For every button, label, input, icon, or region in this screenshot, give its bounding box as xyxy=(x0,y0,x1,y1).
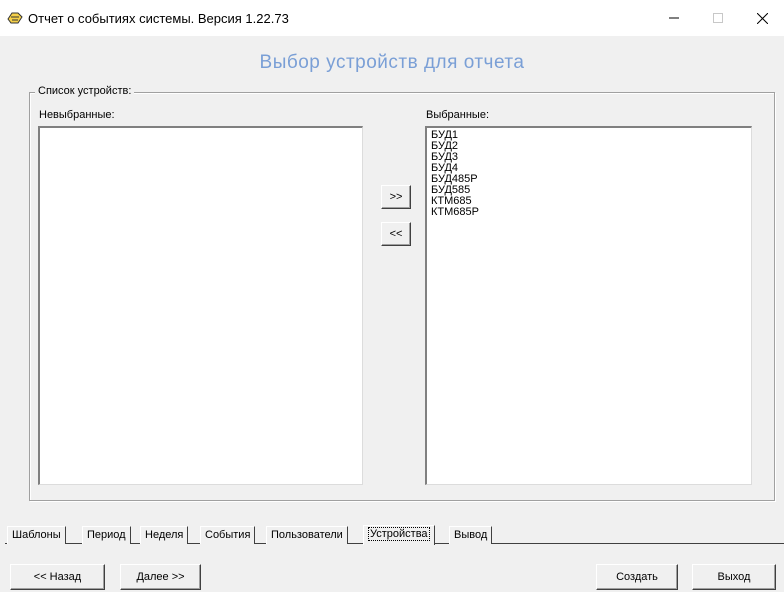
window-title: Отчет о событиях системы. Версия 1.22.73 xyxy=(28,11,289,26)
tab-period[interactable]: Период xyxy=(82,526,131,544)
list-item[interactable]: БУД2 xyxy=(431,141,751,152)
maximize-button[interactable] xyxy=(696,0,740,36)
remove-devices-button[interactable]: << xyxy=(381,222,411,246)
exit-button[interactable]: Выход xyxy=(692,564,776,590)
list-item[interactable]: БУД4 xyxy=(431,163,751,174)
tab-output[interactable]: Вывод xyxy=(449,526,493,544)
list-item[interactable]: БУД3 xyxy=(431,152,751,163)
tab-devices[interactable]: Устройства xyxy=(363,525,435,545)
page-title: Выбор устройств для отчета xyxy=(259,52,525,73)
back-button[interactable]: << Назад xyxy=(10,564,105,590)
app-logo-icon xyxy=(7,12,23,24)
tab-events[interactable]: События xyxy=(200,526,256,544)
list-item[interactable]: БУД1 xyxy=(431,130,751,141)
list-item[interactable]: КТМ685Р xyxy=(431,207,751,218)
close-icon xyxy=(756,12,768,24)
tab-users[interactable]: Пользователи xyxy=(266,526,348,544)
minimize-icon xyxy=(669,17,679,19)
close-button[interactable] xyxy=(740,0,784,36)
list-item[interactable]: БУД585 xyxy=(431,185,751,196)
list-item[interactable]: КТМ685 xyxy=(431,196,751,207)
create-button[interactable]: Создать xyxy=(596,564,678,590)
title-bar: Отчет о событиях системы. Версия 1.22.73 xyxy=(0,0,784,36)
unselected-label: Невыбранные: xyxy=(39,109,115,121)
selected-label: Выбранные: xyxy=(426,109,490,121)
minimize-button[interactable] xyxy=(652,0,696,36)
selected-devices-list[interactable]: БУД1 БУД2 БУД3 БУД4 БУД485Р БУД585 КТМ68… xyxy=(425,126,752,485)
list-item[interactable]: БУД485Р xyxy=(431,174,751,185)
maximize-icon xyxy=(713,13,723,23)
tab-templates[interactable]: Шаблоны xyxy=(7,526,66,544)
tab-week[interactable]: Неделя xyxy=(140,526,189,544)
unselected-devices-list[interactable] xyxy=(38,126,363,485)
next-button[interactable]: Далее >> xyxy=(120,564,201,590)
device-list-group-label: Список устройств: xyxy=(35,85,135,97)
add-devices-button[interactable]: >> xyxy=(381,185,411,209)
tab-devices-label: Устройства xyxy=(368,527,430,541)
